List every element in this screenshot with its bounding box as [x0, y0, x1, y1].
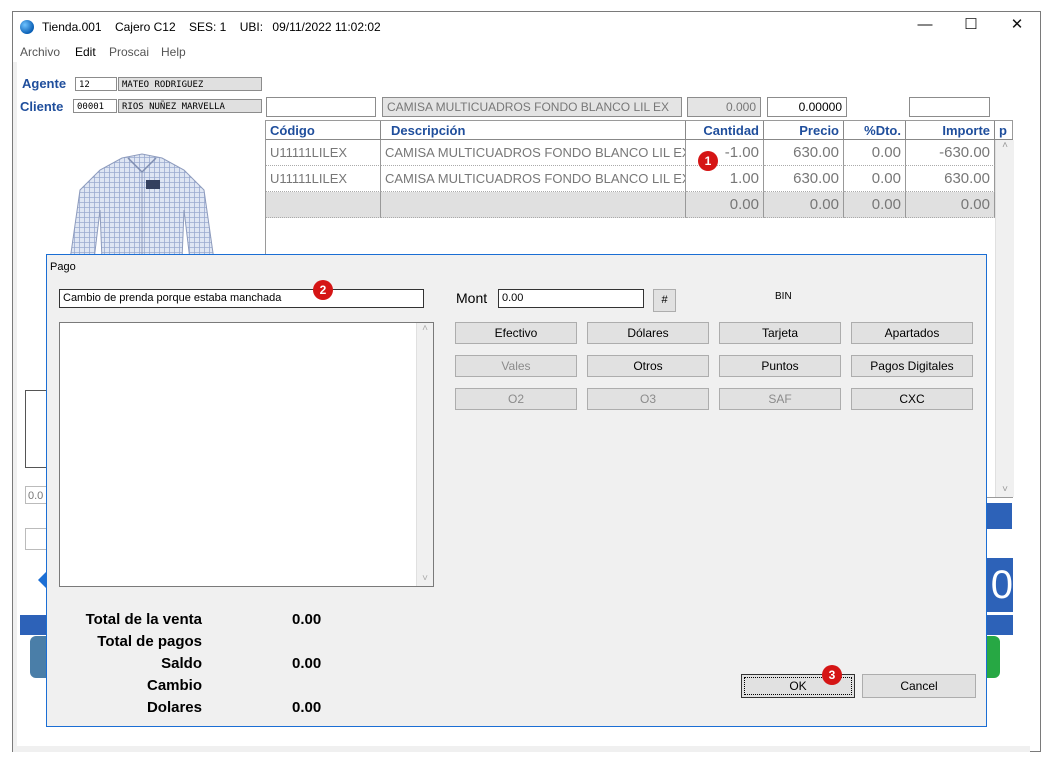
- otros-button[interactable]: Otros: [587, 355, 709, 377]
- table-row-cell[interactable]: U11111LILEX: [266, 166, 381, 192]
- vales-button[interactable]: Vales: [455, 355, 577, 377]
- dolares-value: 0.00: [292, 699, 322, 716]
- totals-row-cell: [381, 192, 686, 218]
- menu-help[interactable]: Help: [161, 45, 186, 59]
- cancel-button[interactable]: Cancel: [862, 674, 976, 698]
- dolares-button[interactable]: Dólares: [587, 322, 709, 344]
- menu-archivo[interactable]: Archivo: [20, 45, 60, 59]
- scroll-down-icon[interactable]: ˅: [996, 484, 1014, 495]
- menu-proscai[interactable]: Proscai: [109, 45, 149, 59]
- menu-edit[interactable]: Edit: [75, 45, 96, 59]
- totals-row-cell: 0.00: [906, 192, 995, 218]
- payments-list[interactable]: ˄ ˅: [59, 322, 434, 587]
- payment-comment-input[interactable]: Cambio de prenda porque estaba manchada: [59, 289, 424, 308]
- minimize-button[interactable]: —: [910, 14, 940, 36]
- app-name: Tienda.001: [42, 20, 102, 34]
- green-action-button[interactable]: [986, 636, 1000, 678]
- table-row-cell[interactable]: CAMISA MULTICUADROS FONDO BLANCO LIL EX: [381, 140, 686, 166]
- annotation-badge-1: 1: [698, 151, 718, 171]
- agent-name-field: MATEO RODRIGUEZ: [118, 77, 262, 91]
- puntos-button[interactable]: Puntos: [719, 355, 841, 377]
- saldo-label: Saldo: [161, 655, 202, 672]
- table-row-cell[interactable]: 0.00: [844, 166, 906, 192]
- scroll-down-icon[interactable]: ˅: [417, 573, 433, 584]
- saf-button[interactable]: SAF: [719, 388, 841, 410]
- quantity-field[interactable]: 0.000: [687, 97, 761, 117]
- col-header-codigo[interactable]: Código: [266, 121, 381, 140]
- tarjeta-button[interactable]: Tarjeta: [719, 322, 841, 344]
- col-header-dto[interactable]: %Dto.: [844, 121, 906, 140]
- product-code-input[interactable]: [266, 97, 376, 117]
- annotation-badge-3: 3: [822, 665, 842, 685]
- grid-scrollbar[interactable]: ˄ ˅: [995, 140, 1014, 497]
- totals-row-cell: 0.00: [844, 192, 906, 218]
- dialog-title: Pago: [50, 261, 76, 273]
- efectivo-button[interactable]: Efectivo: [455, 322, 577, 344]
- col-header-cantidad[interactable]: Cantidad: [686, 121, 764, 140]
- total-pagos-label: Total de pagos: [97, 633, 202, 650]
- total-venta-value: 0.00: [292, 611, 322, 628]
- table-row-cell[interactable]: 630.00: [764, 166, 844, 192]
- table-row-cell[interactable]: 0.00: [844, 140, 906, 166]
- col-header-importe[interactable]: Importe: [906, 121, 995, 140]
- maximize-button[interactable]: ☐: [956, 14, 986, 36]
- payments-scrollbar[interactable]: ˄ ˅: [416, 323, 433, 586]
- pagos-digitales-button[interactable]: Pagos Digitales: [851, 355, 973, 377]
- location-label: UBI:: [239, 20, 264, 34]
- hash-button[interactable]: #: [653, 289, 676, 312]
- table-row-cell[interactable]: 1.00: [686, 166, 764, 192]
- saldo-value: 0.00: [292, 655, 322, 672]
- cashier-label: Cajero C12: [114, 20, 176, 34]
- cambio-label: Cambio: [146, 677, 202, 694]
- bin-label: BIN: [775, 291, 792, 302]
- o2-button[interactable]: O2: [455, 388, 577, 410]
- blue-bar-right: [986, 503, 1012, 529]
- datetime-label: 09/11/2022 11:02:02: [272, 20, 381, 34]
- client-label: Cliente: [20, 99, 64, 114]
- cxc-button[interactable]: CXC: [851, 388, 973, 410]
- total-venta-label: Total de la venta: [85, 611, 202, 628]
- table-row-cell[interactable]: -630.00: [906, 140, 995, 166]
- totals-row-cell: [266, 192, 381, 218]
- close-button[interactable]: ✕: [1002, 14, 1032, 36]
- col-header-precio[interactable]: Precio: [764, 121, 844, 140]
- totals-row-cell: 0.00: [686, 192, 764, 218]
- apartados-button[interactable]: Apartados: [851, 322, 973, 344]
- agent-code-field[interactable]: 12: [75, 77, 117, 91]
- price-field[interactable]: 0.00000: [767, 97, 847, 117]
- product-description-field: CAMISA MULTICUADROS FONDO BLANCO LIL EX: [382, 97, 682, 117]
- scroll-up-icon[interactable]: ˄: [996, 140, 1014, 151]
- extra-field[interactable]: [909, 97, 990, 117]
- col-header-descripcion[interactable]: Descripción: [381, 121, 686, 140]
- window-title: Tienda.001 Cajero C12 SES: 1 UBI: 09/11/…: [42, 20, 391, 34]
- table-row-cell[interactable]: 630.00: [764, 140, 844, 166]
- left-value-field[interactable]: 0.0: [25, 486, 47, 504]
- app-globe-icon: [20, 20, 34, 34]
- big-total-display: 0: [986, 558, 1013, 612]
- table-row-cell[interactable]: 630.00: [906, 166, 995, 192]
- table-row-cell[interactable]: U11111LILEX: [266, 140, 381, 166]
- session-label: SES: 1: [189, 20, 227, 34]
- table-row-cell[interactable]: CAMISA MULTICUADROS FONDO BLANCO LIL EX: [381, 166, 686, 192]
- product-image: [69, 153, 215, 260]
- dolares-label: Dolares: [146, 699, 202, 716]
- agent-label: Agente: [22, 76, 67, 91]
- totals-row-cell: 0.00: [764, 192, 844, 218]
- annotation-badge-2: 2: [313, 280, 333, 300]
- col-header-p[interactable]: p: [995, 121, 1013, 140]
- blue-bar-right-2: [986, 615, 1013, 635]
- o3-button[interactable]: O3: [587, 388, 709, 410]
- mont-label: Mont: [456, 290, 488, 306]
- scroll-up-icon[interactable]: ˄: [417, 323, 433, 334]
- client-name-field: RIOS NUÑEZ MARVELLA: [118, 99, 262, 113]
- mont-input[interactable]: 0.00: [498, 289, 644, 308]
- client-code-field[interactable]: 00001: [73, 99, 117, 113]
